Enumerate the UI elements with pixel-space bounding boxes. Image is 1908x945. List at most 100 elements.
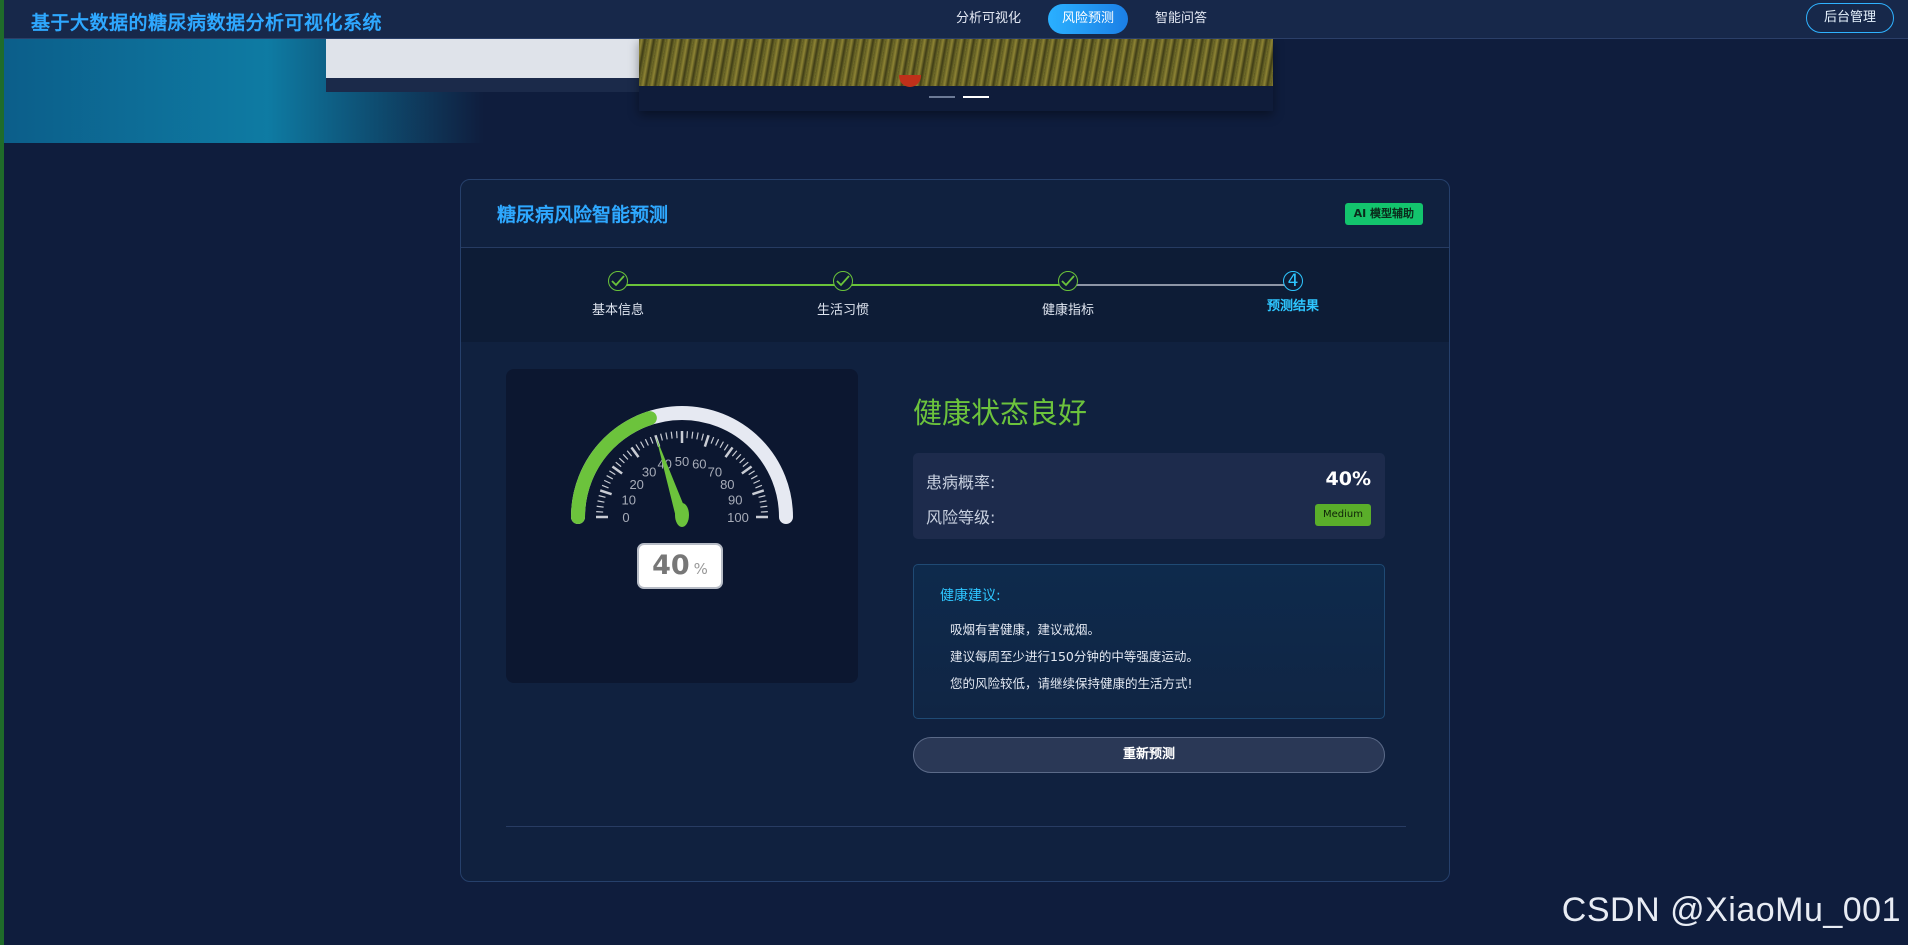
prediction-panel: 糖尿病风险智能预测 AI 模型辅助 基本信息 生活习惯 健康指标 4 预测结果 [460,179,1450,882]
gauge-tick [753,479,761,484]
step-label: 预测结果 [1266,299,1319,314]
gauge-tick [644,438,649,446]
gauge-tick [724,446,734,458]
gauge-value: 40 [652,550,690,581]
gauge-tick [603,479,611,484]
main-nav: 分析可视化 风险预测 智能问答 [942,4,1234,34]
gauge-tick [597,500,605,503]
step-lifestyle: 生活习惯 [783,271,903,318]
gauge-tick-label: 30 [642,465,656,480]
gauge-tick [615,461,622,468]
risk-level-badge: Medium [1315,504,1371,526]
nav-analysis[interactable]: 分析可视化 [942,4,1035,34]
gauge-tick [715,438,720,446]
health-advice-box: 健康建议: 吸烟有害健康，建议戒烟。 建议每周至少进行150分钟的中等强度运动。… [913,564,1385,719]
advice-list: 吸烟有害健康，建议戒烟。 建议每周至少进行150分钟的中等强度运动。 您的风险较… [950,619,1199,700]
gauge-tick [760,505,768,508]
gauge-tick [696,432,699,440]
gauge-tick [635,444,641,451]
gauge-tick [750,475,758,480]
ai-model-badge: AI 模型辅助 [1344,203,1423,225]
gauge-tick [609,470,616,476]
step-health-indicators: 健康指标 [1008,271,1128,318]
step-number: 4 [1283,271,1303,291]
watermark: CSDN @XiaoMu_001 [1561,891,1901,929]
gauge-tick-label: 60 [692,457,706,472]
gauge-tick [758,495,766,498]
gauge-tick [701,433,704,441]
banner-carousel [4,38,1908,143]
gauge-tick [601,484,609,489]
risk-gauge-card: 0102030405060708090100 40% [506,369,858,683]
check-icon [833,271,853,291]
gauge-tick [755,484,763,489]
gauge-tick [742,461,749,468]
gauge-tick-label: 0 [622,510,629,525]
advice-item: 吸烟有害健康，建议戒烟。 [950,622,1101,637]
panel-divider [506,826,1406,827]
gauge-tick [719,441,724,449]
admin-button[interactable]: 后台管理 [1806,3,1894,33]
risk-level-label: 风险等级: [926,508,996,527]
gauge-tick-label: 50 [675,454,689,469]
health-status-title: 健康状态良好 [913,396,1088,430]
gauge-tick [741,465,753,475]
gauge-tick [759,500,767,503]
result-stats: 患病概率: 40% 风险等级: Medium [913,453,1385,539]
step-label: 基本信息 [591,303,644,318]
nav-risk-prediction[interactable]: 风险预测 [1048,4,1129,34]
gauge-tick [599,489,613,496]
gauge-tick [670,431,673,439]
carousel-dot-active[interactable] [963,96,989,98]
probability-label: 患病概率: [926,473,996,492]
gauge-unit: % [693,560,708,578]
advice-title: 健康建议: [940,588,1001,604]
nav-smart-qa[interactable]: 智能问答 [1141,4,1221,34]
gauge-tick-label: 10 [622,493,636,508]
gauge-tick [611,465,623,475]
app-title: 基于大数据的糖尿病数据分析可视化系统 [31,12,383,34]
advice-item: 您的风险较低，请继续保持健康的生活方式! [950,676,1193,691]
carousel-active-slide[interactable] [639,38,1273,111]
gauge-tick-label: 100 [727,510,749,525]
repredict-button[interactable]: 重新预测 [913,737,1385,773]
gauge-tick [618,457,625,464]
panel-header: 糖尿病风险智能预测 AI 模型辅助 [461,180,1449,248]
risk-gauge: 0102030405060708090100 [571,406,793,527]
gauge-tick [739,457,746,464]
gauge-tick [703,434,710,448]
gauge-tick [649,436,654,444]
gauge-tick [723,444,729,451]
step-prediction-result: 4 预测结果 [1233,271,1353,314]
gauge-tick [751,489,765,496]
gauge-tick [596,505,604,508]
gauge-tick [691,431,694,439]
gauge-tick [606,475,614,480]
advice-item: 建议每周至少进行150分钟的中等强度运动。 [950,649,1199,664]
slide-image [639,38,1273,86]
gauge-tick [660,433,663,441]
top-navbar: 基于大数据的糖尿病数据分析可视化系统 分析可视化 风险预测 智能问答 后台管理 [4,0,1908,39]
gauge-tick-label: 80 [720,477,734,492]
gauge-tick [748,470,755,476]
gauge-tick [622,453,629,460]
gauge-pointer-hub [675,503,689,527]
step-basic-info: 基本信息 [558,271,678,318]
gauge-tick [665,432,668,440]
gauge-tick [735,453,742,460]
carousel-side-slide[interactable] [326,38,646,92]
carousel-indicators [929,96,989,98]
probability-value: 40% [1325,468,1371,490]
gauge-tick [640,441,645,449]
gauge-tick [598,495,606,498]
gauge-tick [626,450,633,457]
gauge-tick [630,446,640,458]
check-icon [608,271,628,291]
gauge-tick [710,436,715,444]
carousel-dot[interactable] [929,96,955,98]
panel-title: 糖尿病风险智能预测 [497,204,669,226]
step-label: 生活习惯 [816,303,869,318]
check-icon [1058,271,1078,291]
gauge-tick [731,450,738,457]
progress-steps: 基本信息 生活习惯 健康指标 4 预测结果 [461,248,1449,342]
